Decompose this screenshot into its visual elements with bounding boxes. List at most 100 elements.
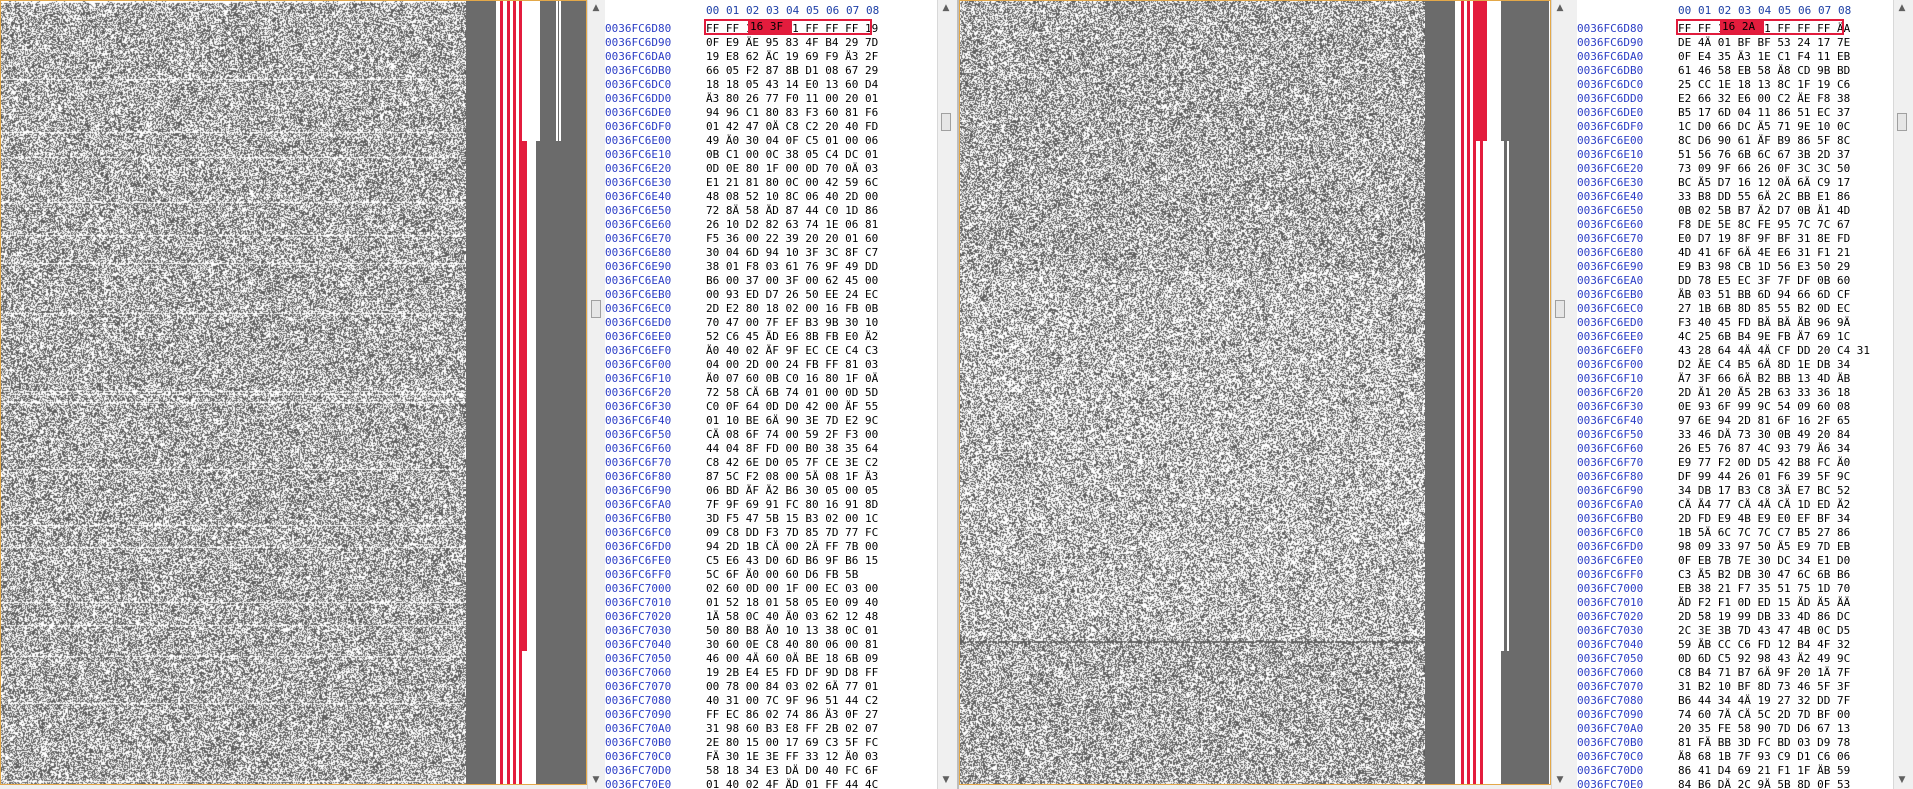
hex-row-bytes[interactable]: 33 B8 DD 55 6Ä 2C BB E1 86 [1678, 190, 1850, 203]
hex-row-bytes[interactable]: 84 B6 DÄ 2C 9Ä 5B 8D 0F 53 [1678, 778, 1850, 789]
hex-row-bytes[interactable]: 66 05 F2 87 8B D1 08 67 29 [706, 64, 878, 77]
hex-row-bytes[interactable]: 3D F5 47 5B 15 B3 02 00 1C [706, 512, 878, 525]
hex-row-bytes[interactable]: 59 ÄB CC C6 FD 12 B4 4F 32 [1678, 638, 1850, 651]
hex-row-bytes[interactable]: Ä7 3F 66 6Ä B2 BB 13 4D ÄB [1678, 372, 1850, 385]
hex-row-bytes[interactable]: DF 99 44 26 01 F6 39 5F 9C [1678, 470, 1850, 483]
hex-row-bytes[interactable]: 19 2B E4 E5 FD DF 9D D8 FF [706, 666, 878, 679]
hex-row-bytes[interactable]: 2C 3E 3B 7D 43 47 4B 0C D5 [1678, 624, 1850, 637]
scroll-thumb-icon[interactable] [1897, 113, 1907, 131]
hex-row-bytes[interactable]: 0F EB 7B 7E 30 DC 34 E1 D0 [1678, 554, 1850, 567]
hex-row-bytes[interactable]: 97 6E 94 2D 81 6F 16 2F 65 [1678, 414, 1850, 427]
hex-row-bytes[interactable]: C8 42 6E D0 05 7F CE 3E C2 [706, 456, 878, 469]
hex-row-bytes[interactable]: 2D Ä1 20 Ä5 2B 63 33 36 18 [1678, 386, 1850, 399]
hex-row-bytes[interactable]: 98 09 33 97 50 Ä5 E9 7D EB [1678, 540, 1850, 553]
hex-row-bytes[interactable]: 34 DB 17 B3 C8 3Ä E7 BC 52 [1678, 484, 1850, 497]
hex-row-bytes[interactable]: B5 17 6D 04 11 86 51 EC 37 [1678, 106, 1850, 119]
hex-row-bytes[interactable]: 31 B2 10 BF 8D 73 46 5F 3F [1678, 680, 1850, 693]
hex-row-bytes[interactable]: F5 36 00 22 39 20 20 01 60 [706, 232, 878, 245]
hex-row-bytes[interactable]: 87 5C F2 08 00 5Ä 08 1F Ä3 [706, 470, 878, 483]
hex-row-bytes[interactable]: 48 08 52 10 8C 06 40 2D 00 [706, 190, 878, 203]
hex-row-bytes[interactable]: 58 18 34 E3 DÄ D0 40 FC 6F [706, 764, 878, 777]
hex-row-bytes[interactable]: 2D 58 19 99 DB 33 4D 86 DC [1678, 610, 1850, 623]
scroll-thumb-icon[interactable] [941, 113, 951, 131]
hex-row-bytes[interactable]: C8 B4 71 B7 6Ä 9F 20 1Ä 7F [1678, 666, 1850, 679]
hex-row-bytes[interactable]: 81 FÄ BB 3D FC BD 03 D9 78 [1678, 736, 1850, 749]
left-hex-scrollbar[interactable]: ▲ ▼ [937, 0, 954, 789]
hex-row-bytes[interactable]: 1Ä 58 0C 40 Ä0 03 62 12 48 [706, 610, 878, 623]
hex-row-bytes[interactable]: 02 60 0D 00 1F 00 EC 03 00 [706, 582, 878, 595]
hex-row-bytes[interactable]: 33 46 DÄ 73 30 0B 49 20 84 [1678, 428, 1850, 441]
hex-row-bytes[interactable]: 86 41 D4 69 21 F1 1F ÄB 59 [1678, 764, 1850, 777]
hex-row-bytes[interactable]: CÄ 08 6F 74 00 59 2F F3 00 [706, 428, 878, 441]
hex-row-bytes[interactable]: 72 8Ä 58 ÄD 87 44 C0 1D 86 [706, 204, 878, 217]
hex-row-bytes[interactable]: 0B 02 5B B7 Ä2 D7 0B Ä1 4D [1678, 204, 1850, 217]
hex-row-bytes[interactable]: 2D FD E9 4B E9 E0 EF BF 34 [1678, 512, 1850, 525]
hex-row-bytes[interactable]: 01 52 18 01 58 05 E0 09 40 [706, 596, 878, 609]
hex-row-bytes[interactable]: B6 00 37 00 3F 00 62 45 00 [706, 274, 878, 287]
hex-row-bytes[interactable]: 46 00 4Ä 60 0Ä BE 18 6B 09 [706, 652, 878, 665]
hex-row-bytes[interactable]: 00 78 00 84 03 02 6Ä 77 01 [706, 680, 878, 693]
hex-row-bytes[interactable]: 26 E5 76 87 4C 93 79 Ä6 34 [1678, 442, 1850, 455]
hex-row-bytes[interactable]: 09 C8 DD F3 7D 85 7D 77 FC [706, 526, 878, 539]
hex-row-bytes[interactable]: 0F E9 ÄE 95 83 4F B4 29 7D [706, 36, 878, 49]
hex-row-bytes[interactable]: 18 18 05 43 14 E0 13 60 D4 [706, 78, 878, 91]
hex-row-bytes[interactable]: Ä8 68 1B 7F 93 C9 D1 C6 06 [1678, 750, 1850, 763]
hex-row-bytes[interactable]: E9 B3 98 CB 1D 56 E3 50 29 [1678, 260, 1850, 273]
hex-row-bytes[interactable]: 2E 80 15 00 17 69 C3 5F FC [706, 736, 878, 749]
hex-row-bytes[interactable]: FF EC 86 02 74 86 Ä3 0F 27 [706, 708, 878, 721]
hex-row-bytes[interactable]: 94 96 C1 80 83 F3 60 81 F6 [706, 106, 878, 119]
hex-row-bytes[interactable]: 44 04 8F FD 00 B0 38 35 64 [706, 442, 878, 455]
hex-row-bytes[interactable]: 4D 41 6F 6Ä 4E E6 31 F1 21 [1678, 246, 1850, 259]
hex-row-bytes[interactable]: D2 ÄE C4 B5 6Ä 8D 1E DB 34 [1678, 358, 1850, 371]
scroll-up-arrow-icon[interactable]: ▲ [588, 0, 604, 16]
hex-row-bytes[interactable]: CÄ Ä4 77 CÄ 4Ä CÄ 1D ED Ä2 [1678, 498, 1850, 511]
hex-row-bytes[interactable]: Ä0 40 02 ÄF 9F EC CE C4 C3 [706, 344, 878, 357]
right-hex-panel[interactable]: 00 01 02 03 04 05 06 07 08 0036FC6D80 FF FF 16 2A… [1577, 0, 1893, 789]
hex-row-bytes[interactable]: 25 CC 1E 18 13 8C 1F 19 C6 [1678, 78, 1850, 91]
hex-row-bytes[interactable]: E9 77 F2 0D D5 42 B8 FC Ä0 [1678, 456, 1850, 469]
hex-row-bytes[interactable]: 52 C6 45 ÄD E6 8B FB E0 Ä2 [706, 330, 878, 343]
hex-row-bytes[interactable]: F8 DE 5E 8C FE 95 7C 7C 67 [1678, 218, 1850, 231]
scroll-down-arrow-icon[interactable]: ▼ [938, 772, 954, 788]
hex-row-bytes[interactable]: 00 93 ED D7 26 50 EE 24 EC [706, 288, 878, 301]
hex-row-bytes[interactable]: 04 00 2D 00 24 FB FF 81 03 [706, 358, 878, 371]
hex-row-bytes[interactable]: B6 44 34 4Ä 19 27 32 DD 7F [1678, 694, 1850, 707]
hex-row-bytes[interactable]: 1B 5Ä 6C 7C 7C C7 B5 27 86 [1678, 526, 1850, 539]
hex-row-bytes[interactable]: 20 35 FE 58 90 7D D6 67 13 [1678, 722, 1850, 735]
hex-row-bytes[interactable]: FÄ 30 1E 3E FF 33 12 Ä0 03 [706, 750, 878, 763]
hex-row-bytes[interactable]: 94 2D 1B CÄ 00 2Ä FF 7B 00 [706, 540, 878, 553]
hex-row-bytes[interactable]: 2D E2 80 18 02 00 16 FB 0B [706, 302, 878, 315]
left-bitmap-scrollbar[interactable]: ▲ ▼ [587, 0, 604, 789]
hex-row-bytes[interactable]: 7F 9F 69 91 FC 80 16 91 8D [706, 498, 878, 511]
hex-row-bytes[interactable]: 72 58 CÄ 6B 74 01 00 0D 5D [706, 386, 878, 399]
hex-row-bytes[interactable]: 19 E8 62 ÄC 19 69 F9 Ä3 2F [706, 50, 878, 63]
hex-row-bytes[interactable]: 43 28 64 4Ä 4Ä CF DD 20 C4 31 [1678, 344, 1870, 357]
hex-row-bytes[interactable]: 5C 6F Ä0 00 60 D6 FB 5B [706, 568, 858, 581]
scroll-up-arrow-icon[interactable]: ▲ [938, 0, 954, 16]
scroll-down-arrow-icon[interactable]: ▼ [588, 772, 604, 788]
hex-row-bytes[interactable]: Ä0 07 60 0B C0 16 80 1F 0Ä [706, 372, 878, 385]
hex-row-bytes[interactable]: 0D 0E 80 1F 00 0D 70 0Ä 03 [706, 162, 878, 175]
hex-row-bytes[interactable]: 50 80 B8 Ä0 10 13 38 0C 01 [706, 624, 878, 637]
hex-row-bytes[interactable]: 40 31 00 7C 9F 96 51 44 C2 [706, 694, 878, 707]
scroll-up-arrow-icon[interactable]: ▲ [1894, 0, 1910, 16]
left-hex-panel[interactable]: 00 01 02 03 04 05 06 07 08 0036FC6D80 FF FF 16 3F… [605, 0, 937, 789]
hex-row-bytes[interactable]: DE 4Ä 01 BF BF 53 24 17 7E [1678, 36, 1850, 49]
hex-row-bytes[interactable]: 0F E4 35 Ä3 1E C1 F4 11 EB [1678, 50, 1850, 63]
hex-row-bytes[interactable]: Ä3 80 26 77 F0 11 00 20 01 [706, 92, 878, 105]
hex-row-bytes[interactable]: 61 46 58 EB 58 Ä8 CD 9B BD [1678, 64, 1850, 77]
hex-row-bytes[interactable]: 73 09 9F 66 26 0F 3C 3C 50 [1678, 162, 1850, 175]
hex-row-bytes[interactable]: BC Ä5 D7 16 12 0Ä 6Ä C9 17 [1678, 176, 1850, 189]
hex-row-bytes[interactable]: F3 40 45 FD BÄ BÄ ÄB 96 9Ä [1678, 316, 1850, 329]
hex-row-bytes[interactable]: 30 60 0E C8 40 80 06 00 81 [706, 638, 878, 651]
left-bitmap-view[interactable] [0, 0, 587, 785]
hex-row-bytes[interactable]: 27 1B 6B 8D 85 55 B2 0D EC [1678, 302, 1850, 315]
hex-row-bytes[interactable]: C3 Ä5 B2 DB 30 47 6C 6B B6 [1678, 568, 1850, 581]
hex-row-bytes[interactable]: 01 42 47 0Ä C8 C2 20 40 FD [706, 120, 878, 133]
hex-row-bytes[interactable]: 8C D6 90 61 ÄF B9 86 5F 8C [1678, 134, 1850, 147]
hex-row-bytes[interactable]: 51 56 76 6B 6C 67 3B 2D 37 [1678, 148, 1850, 161]
scroll-down-arrow-icon[interactable]: ▼ [1894, 772, 1910, 788]
hex-row-bytes[interactable]: EB 38 21 F7 35 51 75 1D 70 [1678, 582, 1850, 595]
hex-row-bytes[interactable]: 0B C1 00 0C 38 05 C4 DC 01 [706, 148, 878, 161]
hex-row-bytes[interactable]: 31 98 60 B3 E8 FF 2B 02 07 [706, 722, 878, 735]
